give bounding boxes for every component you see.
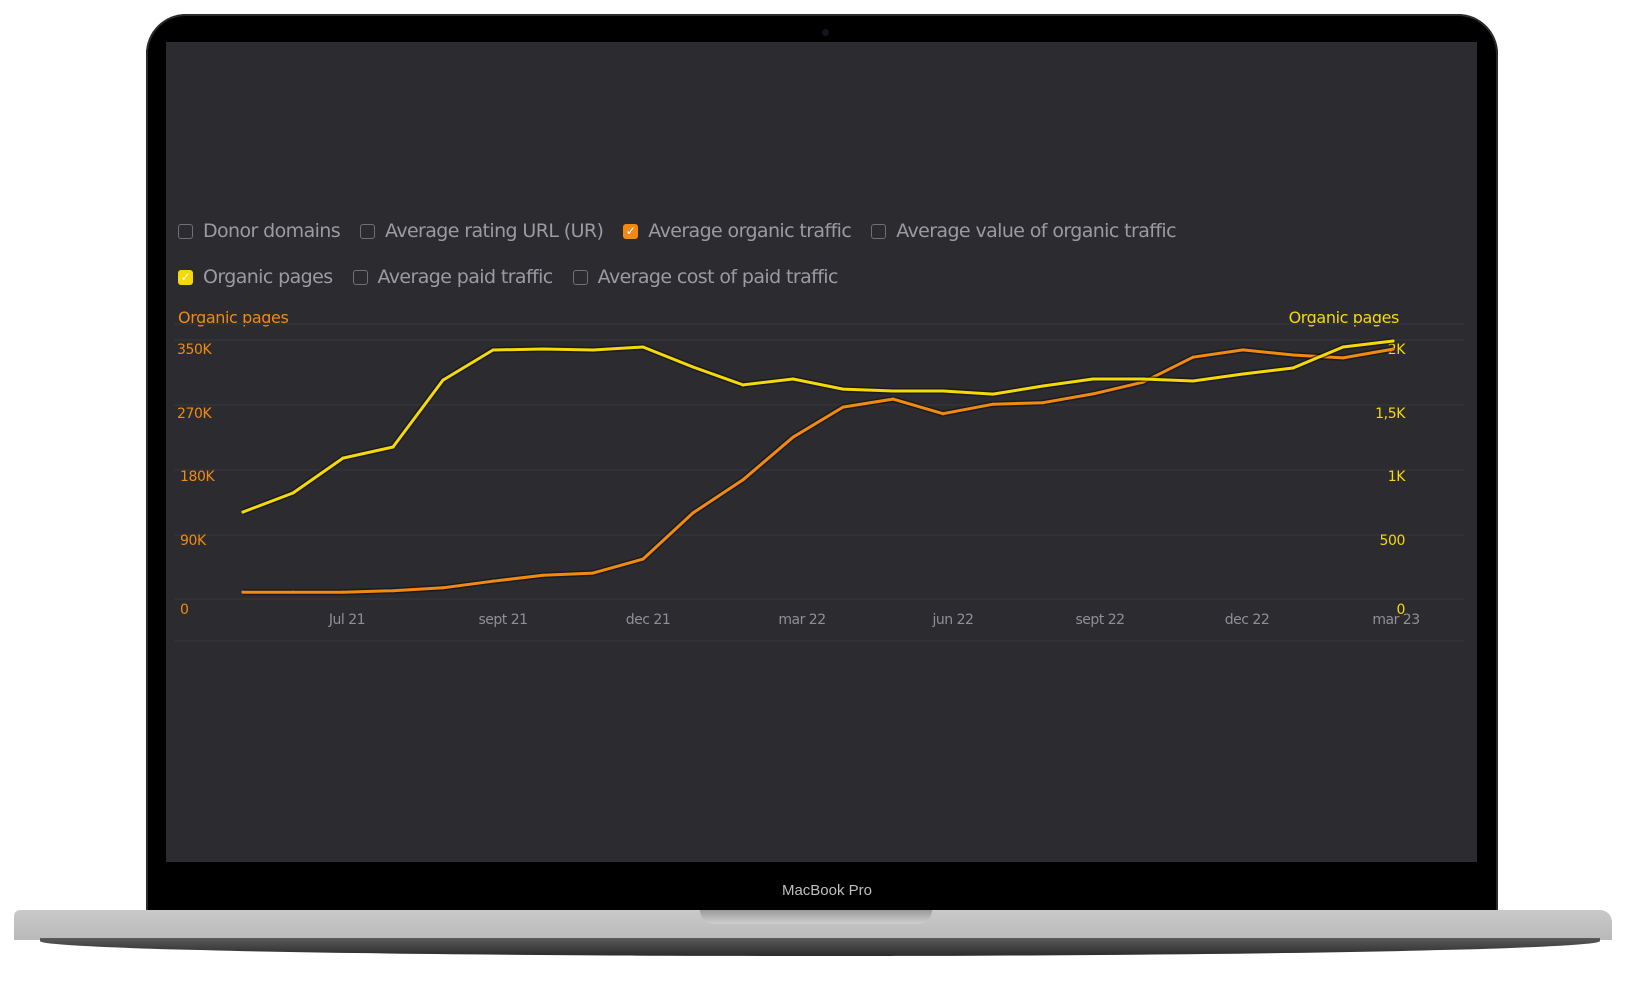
data-point-organic-pages[interactable] [891,389,895,393]
data-point-organic-pages[interactable] [591,348,595,352]
data-point-organic-pages[interactable] [341,456,345,460]
data-point-organic-pages[interactable] [1141,377,1145,381]
data-point-organic-pages[interactable] [941,389,945,393]
data-point-organic-pages[interactable] [291,491,295,495]
data-point-average-organic-traffic[interactable] [791,435,795,439]
data-point-average-organic-traffic[interactable] [1091,392,1095,396]
chart-plot-area [241,338,1395,596]
series-line-shadow [241,338,1394,515]
data-point-average-organic-traffic[interactable] [291,590,295,594]
data-point-organic-pages[interactable] [441,378,445,382]
data-point-organic-pages[interactable] [1091,377,1095,381]
data-point-average-organic-traffic[interactable] [441,586,445,590]
data-point-average-organic-traffic[interactable] [691,511,695,515]
data-point-average-organic-traffic[interactable] [641,557,645,561]
data-point-average-organic-traffic[interactable] [1041,401,1045,405]
data-point-organic-pages[interactable] [391,445,395,449]
data-point-organic-pages[interactable] [541,347,545,351]
data-point-organic-pages[interactable] [841,387,845,391]
data-point-average-organic-traffic[interactable] [491,579,495,583]
data-point-average-organic-traffic[interactable] [891,397,895,401]
data-point-organic-pages[interactable] [791,377,795,381]
data-point-organic-pages[interactable] [1241,372,1245,376]
data-point-average-organic-traffic[interactable] [1241,348,1245,352]
data-point-organic-pages[interactable] [1191,379,1195,383]
data-point-organic-pages[interactable] [991,392,995,396]
data-point-organic-pages[interactable] [1291,366,1295,370]
data-point-average-organic-traffic[interactable] [1191,355,1195,359]
data-point-organic-pages[interactable] [741,383,745,387]
data-point-average-organic-traffic[interactable] [991,402,995,406]
data-point-average-organic-traffic[interactable] [391,589,395,593]
data-point-average-organic-traffic[interactable] [341,590,345,594]
data-point-average-organic-traffic[interactable] [841,405,845,409]
data-point-average-organic-traffic[interactable] [591,571,595,575]
laptop-base-bottom [40,938,1600,956]
device-brand-label: MacBook Pro [781,882,873,899]
screen: Donor domains Average rating URL (UR) ✓ Ave… [166,42,1477,862]
camera-icon [822,29,829,36]
data-point-organic-pages[interactable] [241,510,245,514]
data-point-average-organic-traffic[interactable] [1391,347,1395,351]
data-point-organic-pages[interactable] [691,365,695,369]
data-point-organic-pages[interactable] [1341,345,1345,349]
data-point-organic-pages[interactable] [1041,384,1045,388]
data-point-average-organic-traffic[interactable] [1291,353,1295,357]
data-point-organic-pages[interactable] [641,345,645,349]
series-line-organic-pages[interactable] [241,339,1395,514]
data-point-average-organic-traffic[interactable] [941,412,945,416]
data-point-average-organic-traffic[interactable] [541,573,545,577]
data-point-organic-pages[interactable] [491,348,495,352]
data-point-average-organic-traffic[interactable] [241,590,245,594]
data-point-average-organic-traffic[interactable] [1341,356,1345,360]
laptop-notch [700,910,932,924]
data-point-organic-pages[interactable] [1391,339,1395,343]
data-point-average-organic-traffic[interactable] [741,478,745,482]
